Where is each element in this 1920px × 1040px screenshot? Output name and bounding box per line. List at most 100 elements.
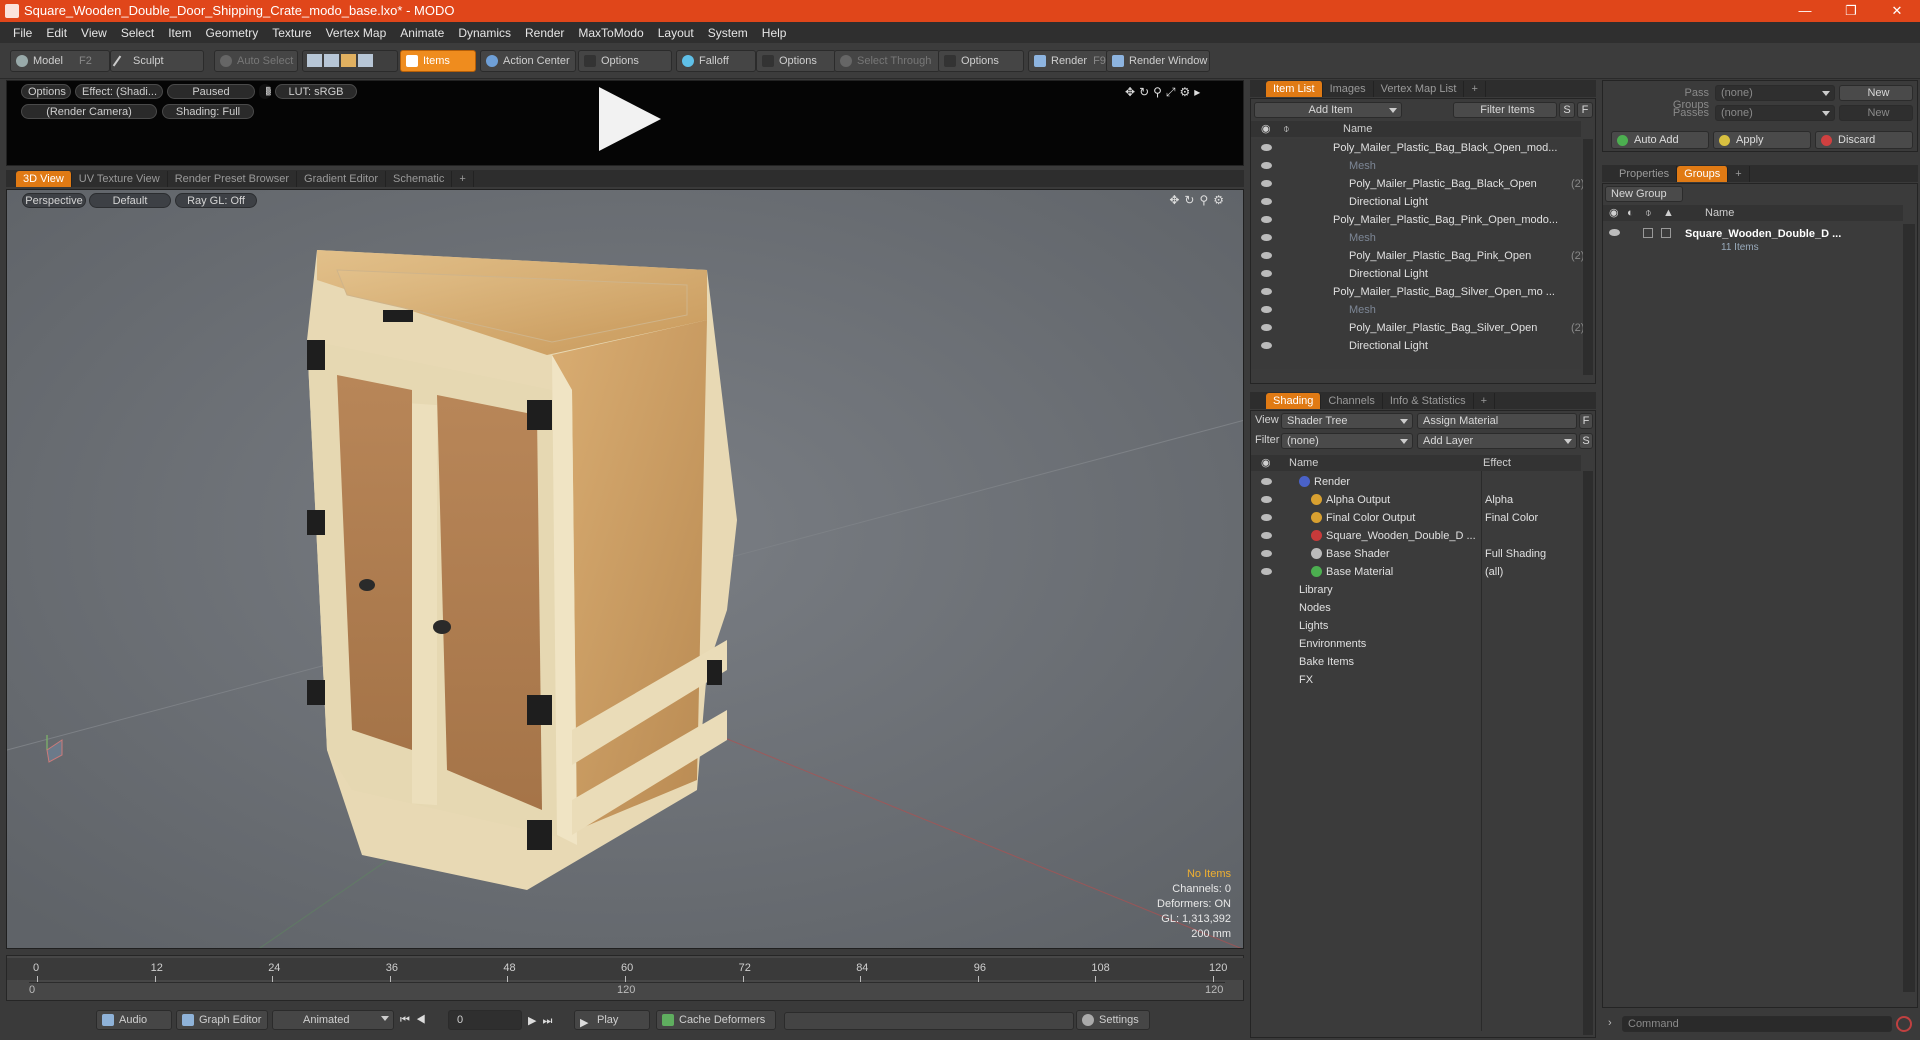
refresh-icon[interactable]: ↻: [1139, 85, 1153, 99]
auto-select-button[interactable]: Auto Select: [214, 50, 298, 72]
menu-geometry[interactable]: Geometry: [206, 26, 259, 40]
menu-item[interactable]: Item: [168, 26, 191, 40]
groups-name-header[interactable]: Name: [1705, 205, 1734, 221]
visibility-eye-icon[interactable]: [1261, 144, 1272, 151]
preview-camera-dropdown[interactable]: (Render Camera): [21, 104, 157, 119]
shader-tree-row[interactable]: Alpha Output Alpha: [1251, 491, 1581, 509]
add-item-dropdown[interactable]: Add Item: [1254, 102, 1402, 118]
add-tab-button[interactable]: +: [1728, 166, 1750, 182]
vertices-icon[interactable]: [307, 54, 322, 67]
visibility-eye-icon[interactable]: [1261, 306, 1272, 313]
visibility-eye-icon[interactable]: [1261, 216, 1272, 223]
filter-items-input[interactable]: Filter Items: [1453, 102, 1557, 118]
tab-properties[interactable]: Properties: [1612, 166, 1678, 182]
item-list-row[interactable]: Poly_Mailer_Plastic_Bag_Silver_Open (2): [1251, 319, 1584, 337]
select-checkbox[interactable]: [1661, 228, 1671, 238]
raygl-toggle[interactable]: Ray GL: Off: [175, 193, 257, 208]
edges-icon[interactable]: [324, 54, 339, 67]
next-frame-icon[interactable]: ▶: [528, 1015, 542, 1027]
group-row[interactable]: Square_Wooden_Double_D ... 11 Items: [1603, 224, 1903, 258]
item-list-row[interactable]: Mesh: [1251, 229, 1581, 247]
tab-info-statistics[interactable]: Info & Statistics: [1383, 393, 1474, 409]
rotate-icon[interactable]: ↻: [1184, 193, 1199, 207]
new-group-button[interactable]: New Group: [1605, 186, 1683, 202]
itemlist-name-header[interactable]: Name: [1343, 121, 1372, 137]
settings-button[interactable]: Settings: [1076, 1010, 1150, 1030]
shader-effect-value[interactable]: Alpha: [1485, 491, 1513, 509]
shading-style-dropdown[interactable]: Default: [89, 193, 171, 208]
play-button[interactable]: ▶ Play: [574, 1010, 650, 1030]
preview-paused-toggle[interactable]: Paused: [167, 84, 255, 99]
items-mode-button[interactable]: Items: [400, 50, 476, 72]
render-window-button[interactable]: Render Window: [1106, 50, 1210, 72]
filter-f-button[interactable]: F: [1577, 102, 1593, 118]
menu-help[interactable]: Help: [762, 26, 787, 40]
shader-tree-row[interactable]: Final Color Output Final Color: [1251, 509, 1581, 527]
filter-dropdown[interactable]: (none): [1281, 433, 1413, 449]
menu-dynamics[interactable]: Dynamics: [458, 26, 511, 40]
view-dropdown[interactable]: Shader Tree: [1281, 413, 1413, 429]
menu-edit[interactable]: Edit: [46, 26, 67, 40]
apply-button[interactable]: Apply: [1713, 131, 1811, 149]
menu-select[interactable]: Select: [121, 26, 154, 40]
restore-button[interactable]: ❐: [1828, 0, 1874, 22]
key-tools-group[interactable]: [784, 1012, 1074, 1030]
visibility-eye-icon[interactable]: [1261, 180, 1272, 187]
select-through-button[interactable]: Select Through: [834, 50, 940, 72]
tab-vertex-map-list[interactable]: Vertex Map List: [1374, 81, 1465, 97]
passes-dropdown[interactable]: (none): [1715, 105, 1835, 121]
visibility-eye-icon[interactable]: [1261, 162, 1272, 169]
zoom-icon[interactable]: ⚲: [1199, 193, 1213, 207]
menu-texture[interactable]: Texture: [272, 26, 311, 40]
preview-lut-dropdown[interactable]: LUT: sRGB: [275, 84, 357, 99]
tab-groups[interactable]: Groups: [1677, 166, 1729, 182]
visibility-eye-icon[interactable]: [1261, 288, 1272, 295]
3d-viewport[interactable]: Perspective Default Ray GL: Off ✥↻⚲⚙ No …: [6, 189, 1244, 949]
tab-gradient-editor[interactable]: Gradient Editor: [297, 171, 386, 187]
move-icon[interactable]: ✥: [1169, 193, 1184, 207]
shader-tree-row[interactable]: Nodes: [1251, 599, 1581, 617]
expand-icon[interactable]: ⤢: [1166, 85, 1180, 99]
shader-effect-value[interactable]: (all): [1485, 563, 1503, 581]
shader-effect-header[interactable]: Effect: [1483, 455, 1511, 471]
item-list-row[interactable]: Poly_Mailer_Plastic_Bag_Silver_Open_mo .…: [1251, 283, 1581, 301]
cache-deformers-button[interactable]: Cache Deformers: [656, 1010, 776, 1030]
shader-tree-row[interactable]: Environments: [1251, 635, 1581, 653]
item-list-row[interactable]: Poly_Mailer_Plastic_Bag_Pink_Open (2): [1251, 247, 1584, 265]
audio-button[interactable]: Audio: [96, 1010, 172, 1030]
tab-channels[interactable]: Channels: [1321, 393, 1383, 409]
tab-item-list[interactable]: Item List: [1266, 81, 1323, 97]
pass-groups-dropdown[interactable]: (none): [1715, 85, 1835, 101]
tab-shading[interactable]: Shading: [1266, 393, 1322, 409]
gear-icon[interactable]: ⚙: [1213, 193, 1229, 207]
falloff-options-button[interactable]: Options: [756, 50, 836, 72]
menu-file[interactable]: File: [13, 26, 32, 40]
shader-effect-value[interactable]: Full Shading: [1485, 545, 1546, 563]
close-button[interactable]: ✕: [1874, 0, 1920, 22]
shader-name-header[interactable]: Name: [1289, 455, 1318, 471]
discard-button[interactable]: Discard: [1815, 131, 1913, 149]
move-icon[interactable]: ✥: [1125, 85, 1139, 99]
shader-tree-row[interactable]: Base Material (all): [1251, 563, 1581, 581]
add-tab-button[interactable]: +: [452, 171, 474, 187]
add-tab-button[interactable]: +: [1474, 393, 1496, 409]
menu-animate[interactable]: Animate: [400, 26, 444, 40]
shader-tree-row[interactable]: FX: [1251, 671, 1581, 689]
menu-layout[interactable]: Layout: [658, 26, 694, 40]
item-list-row[interactable]: Directional Light: [1251, 193, 1581, 211]
render-button[interactable]: Render F9: [1028, 50, 1108, 72]
preview-shading-dropdown[interactable]: Shading: Full: [162, 104, 254, 119]
tab-3d-view[interactable]: 3D View: [16, 171, 72, 187]
visibility-eye-icon[interactable]: [1261, 532, 1272, 539]
visibility-eye-icon[interactable]: [1261, 324, 1272, 331]
assign-material-button[interactable]: Assign Material: [1417, 413, 1577, 429]
itemlist-scrollbar[interactable]: [1583, 139, 1593, 375]
first-frame-icon[interactable]: ⏮: [400, 1014, 416, 1026]
shading-s-button[interactable]: S: [1579, 433, 1593, 449]
visibility-eye-icon[interactable]: [1261, 550, 1272, 557]
item-list-row[interactable]: Mesh: [1251, 301, 1581, 319]
visibility-eye-icon[interactable]: [1261, 252, 1272, 259]
add-tab-button[interactable]: +: [1464, 81, 1486, 97]
shader-tree-row[interactable]: Render: [1251, 473, 1581, 491]
item-list-row[interactable]: Mesh: [1251, 157, 1581, 175]
